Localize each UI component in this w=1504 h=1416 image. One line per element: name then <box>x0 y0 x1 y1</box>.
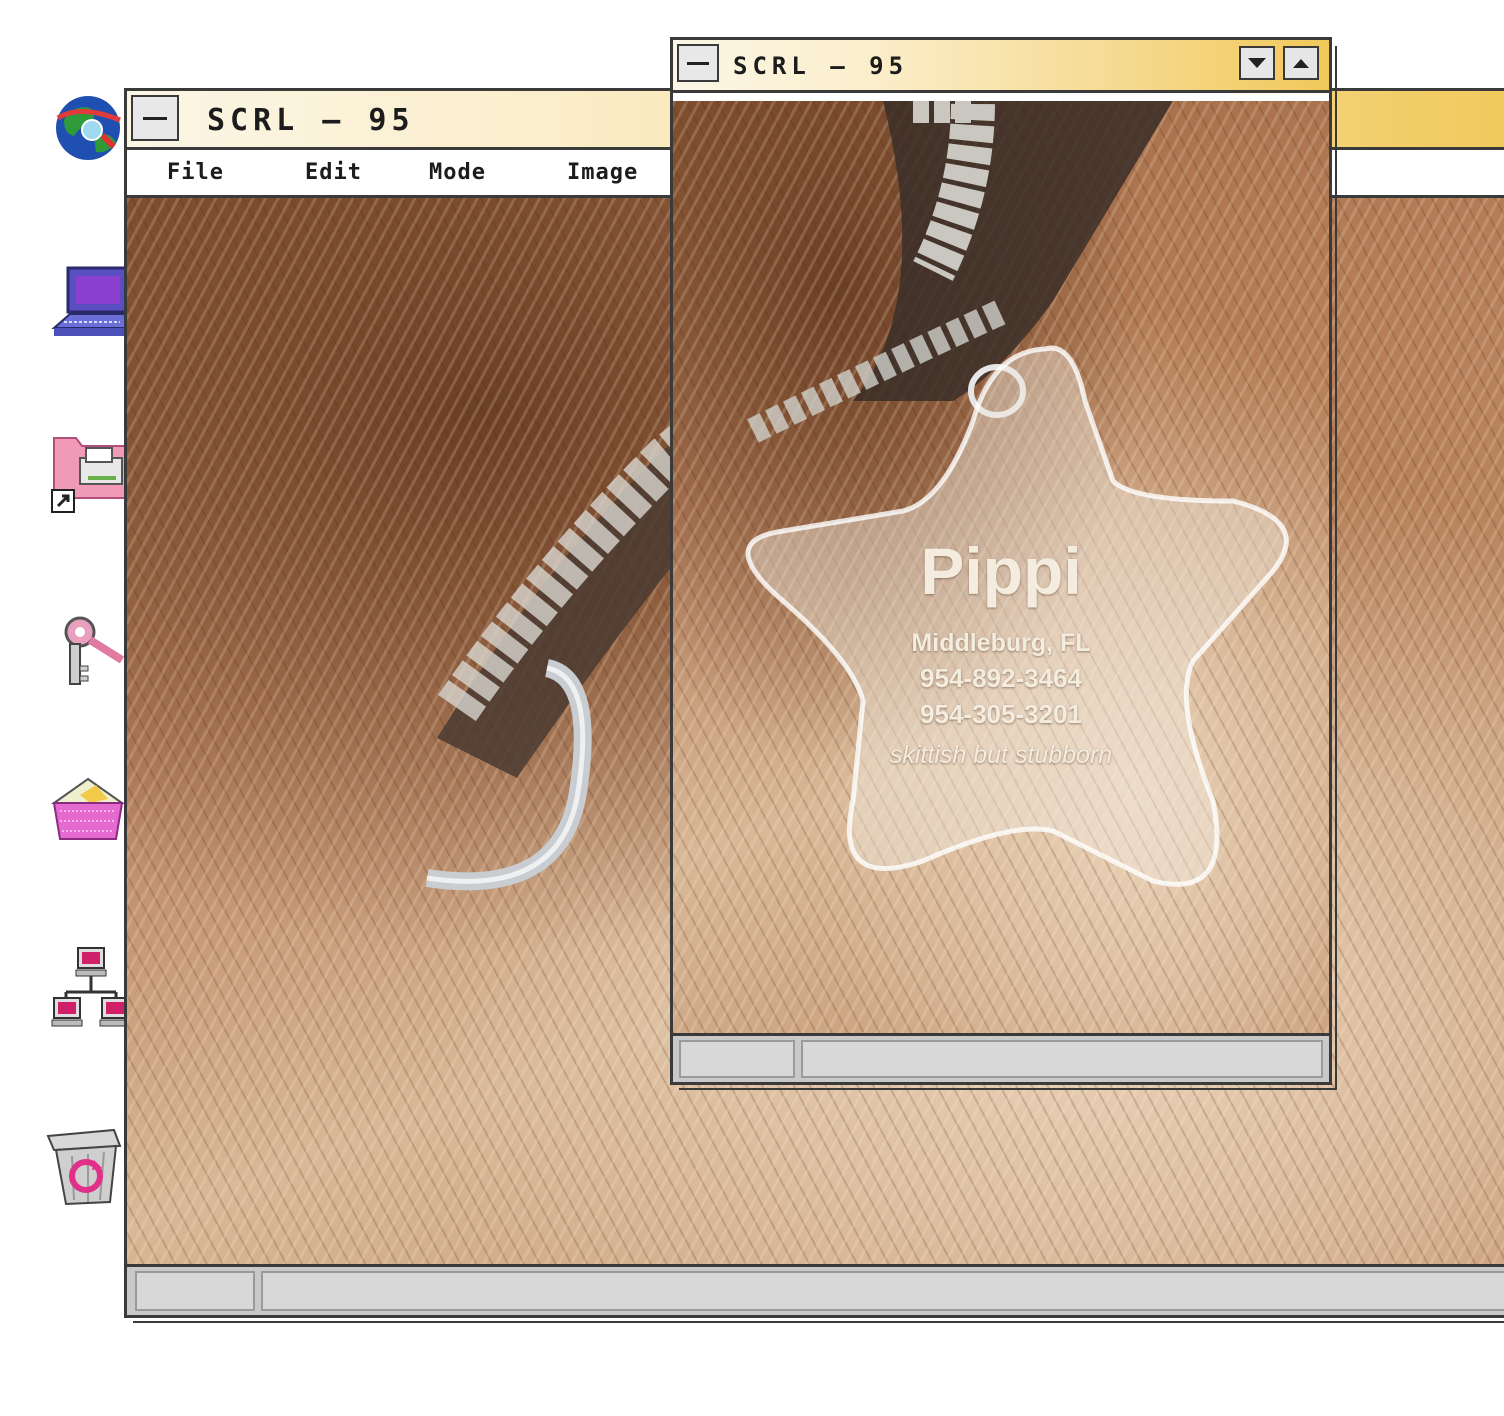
tag-city: Middleburg, FL <box>911 629 1091 657</box>
internet-explorer-icon[interactable] <box>50 90 126 166</box>
menu-image[interactable]: Image <box>567 160 638 185</box>
passwords-keys-icon[interactable] <box>50 610 126 686</box>
front-window[interactable]: SCRL — 95 Pippi Middleburg, FL 954-892-3… <box>670 37 1337 1090</box>
scroll-up-button[interactable] <box>1283 46 1319 80</box>
scroll-down-button[interactable] <box>1239 46 1275 80</box>
minimize-icon <box>687 61 709 65</box>
inbox-icon[interactable] <box>50 775 126 851</box>
tag-phone-2: 954-305-3201 <box>920 699 1082 729</box>
front-window-toolbar <box>673 93 1329 101</box>
recycle-bin-icon[interactable] <box>44 1124 122 1206</box>
menu-file[interactable]: File <box>167 160 224 185</box>
menu-mode[interactable]: Mode <box>429 160 486 185</box>
window-title: SCRL — 95 <box>207 103 415 138</box>
arrow-down-icon <box>1248 58 1266 68</box>
status-cell <box>801 1040 1323 1078</box>
minimize-button[interactable] <box>677 44 719 82</box>
main-window-statusbar <box>127 1264 1504 1315</box>
status-cell <box>135 1271 255 1311</box>
arrow-up-icon <box>1293 58 1309 68</box>
front-window-titlebar[interactable]: SCRL — 95 <box>673 40 1329 93</box>
tag-pet-name: Pippi <box>920 534 1082 608</box>
my-computer-icon[interactable] <box>50 262 128 338</box>
tag-note: skittish but stubborn <box>889 741 1113 769</box>
status-cell <box>261 1271 1504 1311</box>
minimize-icon <box>143 116 167 120</box>
front-window-statusbar <box>673 1033 1329 1082</box>
minimize-button[interactable] <box>131 95 179 141</box>
window-title: SCRL — 95 <box>733 52 909 80</box>
status-cell <box>679 1040 795 1078</box>
menu-edit[interactable]: Edit <box>305 160 362 185</box>
printers-folder-shortcut-icon[interactable] <box>50 428 127 513</box>
tag-phone-1: 954-892-3464 <box>920 663 1082 693</box>
network-neighborhood-icon[interactable] <box>50 944 131 1027</box>
front-window-photo: Pippi Middleburg, FL 954-892-3464 954-30… <box>673 101 1329 1034</box>
